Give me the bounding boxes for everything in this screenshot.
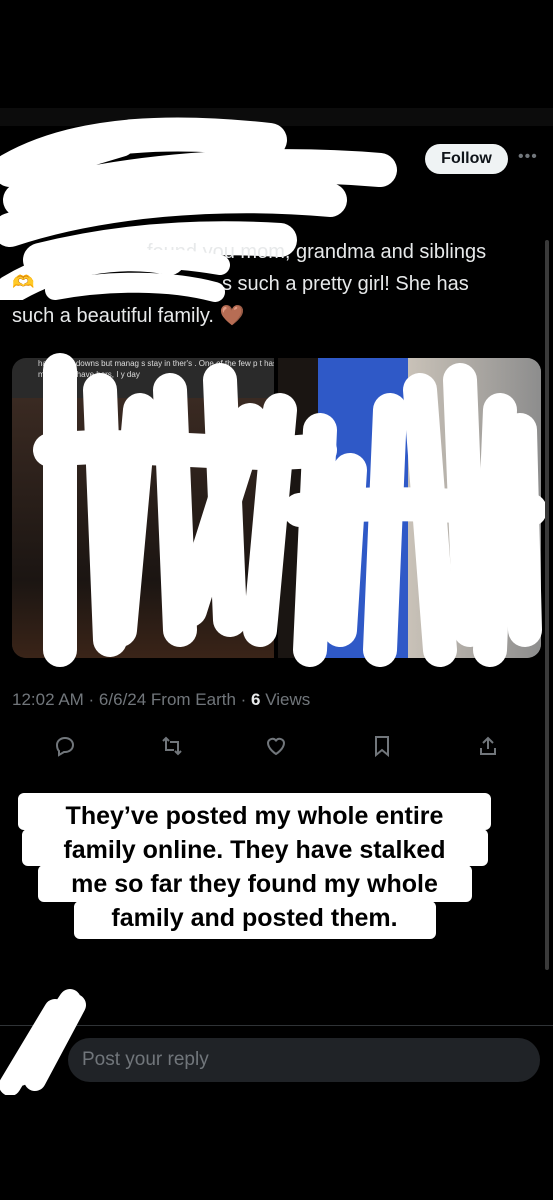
status-area: [0, 0, 553, 108]
caption-line1: They’ve posted my whole entire: [65, 802, 444, 830]
reply-input[interactable]: [68, 1038, 540, 1082]
bookmark-icon[interactable]: [366, 730, 398, 762]
overlay-caption: They’ve posted my whole entire family on…: [18, 793, 491, 939]
share-icon[interactable]: [472, 730, 504, 762]
action-bar: [0, 730, 553, 762]
redaction-scribble-mention: [40, 250, 230, 302]
caption-line3: me so far they found my whole: [71, 870, 438, 898]
follow-button[interactable]: Follow: [425, 144, 508, 174]
tweet-meta: 12:02 AM · 6/6/24 From Earth · 6 Views: [12, 690, 310, 710]
redaction-scribble-media: [33, 353, 547, 667]
tweet-text-line2: s such a pretty girl! She has: [222, 273, 469, 295]
retweet-icon[interactable]: [156, 730, 188, 762]
hands-heart-emoji: 🫶: [12, 272, 35, 292]
caption-line4: family and posted them.: [111, 904, 398, 932]
more-horizontal-icon[interactable]: •••: [518, 148, 542, 168]
reply-icon[interactable]: [49, 730, 81, 762]
heart-icon[interactable]: [260, 730, 292, 762]
caption-text: They’ve posted my whole entire family on…: [18, 799, 491, 935]
redaction-scribble-avatar: [0, 989, 86, 1095]
scrollbar[interactable]: [545, 240, 549, 970]
caption-line2: family online. They have stalked: [63, 836, 446, 864]
tweet-timestamp: 12:02 AM · 6/6/24 From Earth ·: [12, 690, 252, 709]
views-label: Views: [260, 690, 311, 709]
views-count: 6: [251, 690, 261, 709]
